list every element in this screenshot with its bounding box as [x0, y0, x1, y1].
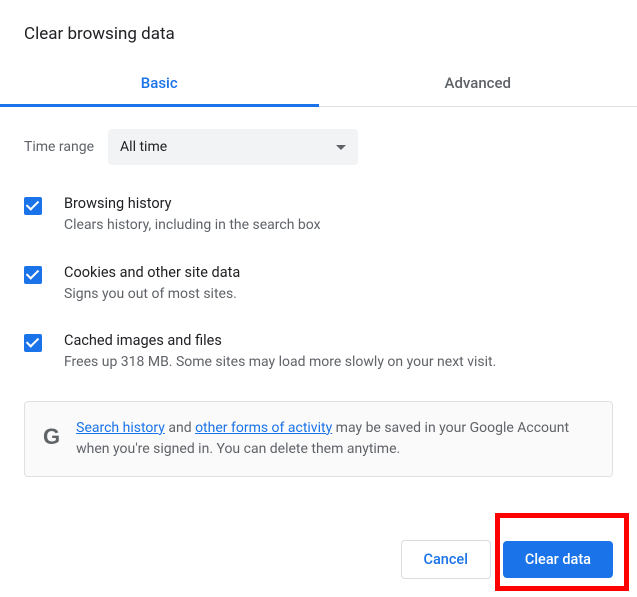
time-range-label: Time range	[24, 139, 94, 155]
checkbox-browsing-history[interactable]	[24, 197, 42, 215]
search-history-link[interactable]: Search history	[76, 420, 165, 436]
option-subtitle: Signs you out of most sites.	[64, 285, 240, 305]
option-subtitle: Clears history, including in the search …	[64, 216, 321, 236]
time-range-row: Time range All time	[24, 129, 613, 165]
other-activity-link[interactable]: other forms of activity	[195, 420, 332, 436]
option-cache: Cached images and files Frees up 318 MB.…	[24, 332, 613, 373]
clear-browsing-data-dialog: Clear browsing data Basic Advanced Time …	[0, 0, 637, 477]
tab-advanced[interactable]: Advanced	[319, 62, 637, 106]
dialog-title: Clear browsing data	[0, 0, 637, 62]
option-cookies: Cookies and other site data Signs you ou…	[24, 264, 613, 305]
tabs: Basic Advanced	[0, 62, 637, 107]
dialog-footer: Cancel Clear data	[401, 540, 614, 579]
checkbox-cookies[interactable]	[24, 266, 42, 284]
dialog-content: Time range All time Browsing history Cle…	[0, 107, 637, 477]
google-g-icon: G	[43, 420, 60, 453]
option-browsing-history: Browsing history Clears history, includi…	[24, 195, 613, 236]
time-range-select[interactable]: All time	[108, 129, 358, 165]
checkbox-cache[interactable]	[24, 334, 42, 352]
tab-basic[interactable]: Basic	[0, 62, 319, 106]
option-title: Browsing history	[64, 195, 321, 212]
cancel-button[interactable]: Cancel	[401, 540, 491, 579]
clear-data-button[interactable]: Clear data	[503, 541, 613, 578]
option-subtitle: Frees up 318 MB. Some sites may load mor…	[64, 353, 496, 373]
chevron-down-icon	[336, 145, 346, 150]
notice-text: Search history and other forms of activi…	[76, 418, 594, 460]
time-range-value: All time	[120, 139, 167, 155]
google-account-notice: G Search history and other forms of acti…	[24, 401, 613, 477]
option-title: Cookies and other site data	[64, 264, 240, 281]
option-title: Cached images and files	[64, 332, 496, 349]
